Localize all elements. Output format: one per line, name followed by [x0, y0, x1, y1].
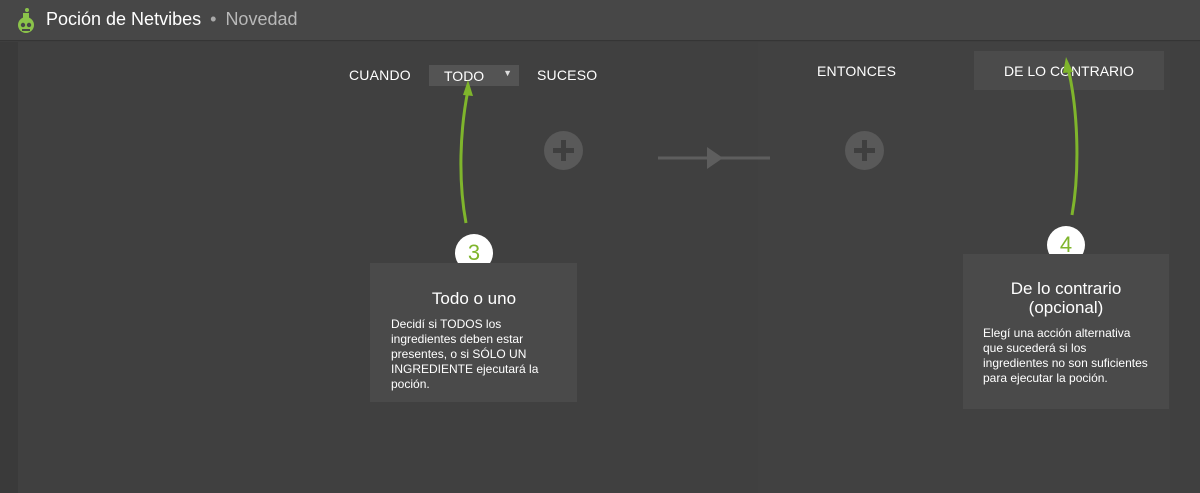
tooltip-text: Decidí si TODOS los ingredientes deben e…: [391, 317, 539, 391]
app-name: Poción de Netvibes: [46, 9, 202, 29]
match-mode-dropdown[interactable]: TODO ▼: [429, 65, 519, 86]
caret-down-icon: ▼: [503, 68, 512, 78]
side-strip: [0, 42, 18, 493]
flow-arrow-icon: [658, 147, 770, 169]
then-label: ENTONCES: [817, 63, 897, 79]
when-label: CUANDO: [349, 67, 411, 83]
top-bar: Poción de Netvibes • Novedad: [0, 0, 1200, 41]
add-ingredient-icon[interactable]: [544, 131, 583, 170]
event-label: SUCESO: [537, 67, 598, 83]
match-mode-value: TODO: [444, 68, 485, 84]
else-label: DE LO CONTRARIO: [1004, 62, 1134, 79]
add-action-icon[interactable]: [845, 131, 884, 170]
potion-flask-icon[interactable]: [14, 6, 38, 34]
title-separator: •: [210, 9, 217, 29]
tooltip-title: Todo o uno: [431, 289, 517, 308]
tooltip-otherwise: De lo contrario (opcional) Elegí una acc…: [963, 254, 1169, 409]
tooltip-text: Elegí una acción alternativa que suceder…: [983, 326, 1148, 385]
tooltip-all-or-one: Todo o uno Decidí si TODOS los ingredien…: [370, 263, 577, 402]
tooltip-title: De lo contrario (opcional): [1010, 279, 1122, 317]
app-title: Poción de Netvibes • Novedad: [46, 9, 298, 30]
app-subtitle: Novedad: [225, 9, 298, 29]
else-tab[interactable]: DE LO CONTRARIO: [974, 51, 1164, 90]
